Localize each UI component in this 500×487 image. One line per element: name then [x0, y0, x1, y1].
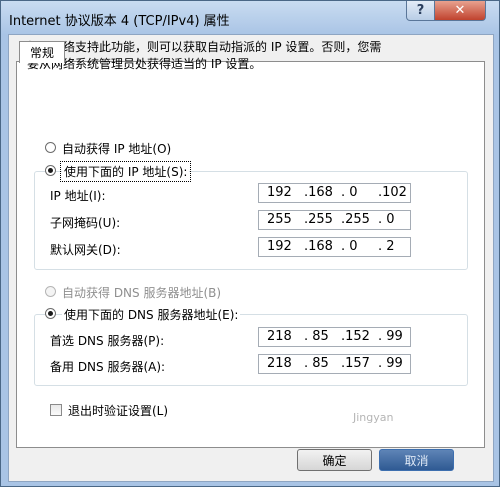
pdns-octet-1: 218: [267, 329, 292, 344]
default-gateway-label: 默认网关(D):: [50, 243, 121, 257]
adns-octet-3: .157: [341, 356, 370, 371]
gateway-octet-2: .168: [304, 239, 333, 254]
pdns-octet-3: .152: [341, 329, 370, 344]
manual-ip-radio[interactable]: [45, 165, 56, 176]
ip-octet-1: 192: [267, 185, 292, 200]
pdns-octet-2: . 85: [304, 329, 329, 344]
description-line-1: 如果网络支持此功能，则可以获取自动指派的 IP 设置。否则，您需: [27, 40, 382, 54]
gateway-octet-4: . 2: [378, 239, 395, 254]
tab-general[interactable]: 常规: [19, 41, 65, 63]
ip-octet-4: .102: [378, 185, 407, 200]
ok-button[interactable]: 确定: [297, 449, 372, 471]
window-title: Internet 协议版本 4 (TCP/IPv4) 属性: [9, 14, 230, 29]
auto-ip-label[interactable]: 自动获得 IP 地址(O): [62, 140, 171, 157]
adns-octet-2: . 85: [304, 356, 329, 371]
manual-dns-radio[interactable]: [45, 308, 56, 319]
adns-octet-1: 218: [267, 356, 292, 371]
adns-octet-4: . 99: [378, 356, 403, 371]
auto-dns-label[interactable]: 自动获得 DNS 服务器地址(B): [62, 284, 221, 301]
close-button[interactable]: ✕: [434, 1, 486, 21]
mask-octet-2: .255: [304, 212, 333, 227]
dns-server-group: [34, 314, 468, 386]
subnet-mask-input[interactable]: 255 .255 .255 . 0: [258, 210, 411, 230]
mask-octet-1: 255: [267, 212, 292, 227]
dialog-window: Internet 协议版本 4 (TCP/IPv4) 属性 ? ✕ 常规 如果网…: [0, 0, 500, 487]
validate-on-exit-label[interactable]: 退出时验证设置(L): [68, 402, 168, 419]
manual-dns-label[interactable]: 使用下面的 DNS 服务器地址(E):: [62, 306, 241, 323]
gateway-octet-3: . 0: [341, 239, 358, 254]
mask-octet-4: . 0: [378, 212, 395, 227]
manual-ip-label[interactable]: 使用下面的 IP 地址(S):: [59, 161, 192, 182]
cancel-button[interactable]: 取消: [379, 449, 454, 471]
ip-address-input[interactable]: 192 .168 . 0 .102: [258, 183, 411, 203]
watermark-text: Jingyan: [353, 411, 394, 424]
help-button[interactable]: ?: [406, 1, 435, 21]
auto-ip-radio[interactable]: [45, 142, 56, 153]
title-bar[interactable]: Internet 协议版本 4 (TCP/IPv4) 属性 ? ✕: [1, 1, 499, 35]
description-line-2: 要从网络系统管理员处获得适当的 IP 设置。: [27, 57, 262, 71]
preferred-dns-input[interactable]: 218 . 85 .152 . 99: [258, 327, 411, 347]
close-icon: ✕: [454, 3, 466, 18]
ip-octet-2: .168: [304, 185, 333, 200]
gateway-octet-1: 192: [267, 239, 292, 254]
pdns-octet-4: . 99: [378, 329, 403, 344]
default-gateway-input[interactable]: 192 .168 . 0 . 2: [258, 237, 411, 257]
ip-address-label: IP 地址(I):: [50, 189, 106, 203]
description-text: 如果网络支持此功能，则可以获取自动指派的 IP 设置。否则，您需 要从网络系统管…: [27, 39, 457, 73]
mask-octet-3: .255: [341, 212, 370, 227]
validate-on-exit-checkbox[interactable]: [50, 404, 62, 416]
alternate-dns-input[interactable]: 218 . 85 .157 . 99: [258, 354, 411, 374]
preferred-dns-label: 首选 DNS 服务器(P):: [50, 334, 165, 348]
auto-dns-radio[interactable]: [45, 286, 56, 297]
subnet-mask-label: 子网掩码(U):: [50, 216, 121, 230]
alternate-dns-label: 备用 DNS 服务器(A):: [50, 360, 166, 374]
ip-octet-3: . 0: [341, 185, 358, 200]
